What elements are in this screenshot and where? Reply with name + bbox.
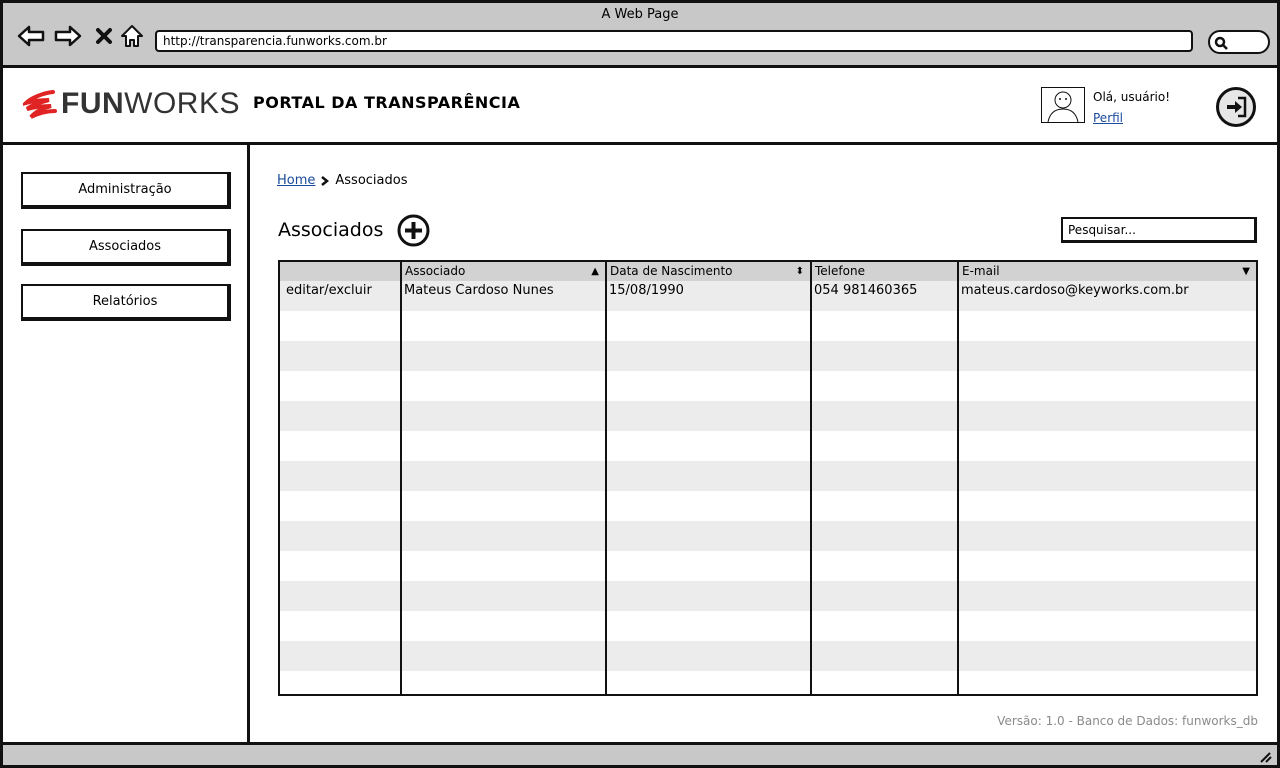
column-divider	[810, 262, 812, 694]
portal-title: PORTAL DA TRANSPARÊNCIA	[253, 93, 521, 112]
window-title: A Web Page	[601, 7, 679, 22]
sort-asc-icon[interactable]: ▲	[591, 262, 599, 281]
column-header-associado[interactable]: Associado ▲	[402, 262, 605, 281]
breadcrumb-home-link[interactable]: Home	[277, 173, 315, 188]
cell-telefone: 054 981460365	[814, 283, 918, 298]
table-row	[280, 431, 1256, 461]
close-x-icon[interactable]	[89, 21, 119, 51]
cell-email: mateus.cardoso@keyworks.com.br	[961, 283, 1189, 298]
funworks-logo[interactable]: FUNWORKS	[23, 86, 240, 122]
column-header-email[interactable]: E-mail ▼	[959, 262, 1256, 281]
table-row	[280, 521, 1256, 551]
logo-text-fun: FUN	[61, 87, 125, 120]
logo-mark-icon	[23, 90, 57, 119]
sign-out-icon	[1227, 96, 1247, 118]
cell-data-nascimento: 15/08/1990	[609, 283, 684, 298]
chevron-right-icon	[321, 175, 330, 186]
app-header: FUNWORKS PORTAL DA TRANSPARÊNCIA Olá, us…	[3, 68, 1277, 145]
table-row	[280, 311, 1256, 341]
browser-search-field[interactable]	[1208, 30, 1270, 54]
table-row	[280, 671, 1256, 694]
breadcrumb: Home Associados	[277, 173, 408, 188]
add-associado-button[interactable]	[397, 214, 430, 247]
logo-text-works: WORKS	[124, 87, 240, 120]
sidebar-item-administracao[interactable]: Administração	[21, 172, 231, 209]
home-icon[interactable]	[117, 21, 147, 51]
search-input[interactable]	[1061, 217, 1257, 243]
page-title: Associados	[278, 219, 384, 241]
sidebar: Administração Associados Relatórios	[3, 145, 250, 742]
associados-table: Associado ▲ Data de Nascimento ⬍ Telefon…	[278, 260, 1258, 696]
table-row	[280, 401, 1256, 431]
column-header-data-nascimento[interactable]: Data de Nascimento ⬍	[607, 262, 810, 281]
greeting-text: Olá, usuário!	[1093, 90, 1170, 104]
browser-window: A Web Page http://transparencia.funworks…	[0, 0, 1280, 768]
table-row	[280, 491, 1256, 521]
column-header-telefone[interactable]: Telefone	[812, 262, 957, 281]
sidebar-item-associados[interactable]: Associados	[21, 229, 231, 266]
sidebar-item-label: Administração	[78, 182, 172, 197]
edit-delete-link[interactable]: editar/excluir	[280, 283, 372, 298]
back-arrow-icon[interactable]	[16, 21, 46, 51]
resize-grip-icon[interactable]	[1257, 749, 1273, 763]
version-footer: Versão: 1.0 - Banco de Dados: funworks_d…	[997, 714, 1258, 728]
sidebar-item-label: Relatórios	[92, 294, 158, 309]
sidebar-item-label: Associados	[88, 239, 162, 254]
cell-associado: Mateus Cardoso Nunes	[404, 283, 554, 298]
column-divider	[957, 262, 959, 694]
table-row	[280, 461, 1256, 491]
logout-button[interactable]	[1216, 87, 1256, 127]
breadcrumb-current: Associados	[335, 173, 408, 188]
table-row	[280, 641, 1256, 671]
column-divider	[400, 262, 402, 694]
search-icon	[1214, 36, 1228, 50]
table-header: Associado ▲ Data de Nascimento ⬍ Telefon…	[280, 262, 1256, 281]
profile-link[interactable]: Perfil	[1093, 111, 1123, 125]
sidebar-item-relatorios[interactable]: Relatórios	[21, 284, 231, 321]
column-divider	[605, 262, 607, 694]
table-row	[280, 341, 1256, 371]
url-bar[interactable]: http://transparencia.funworks.com.br	[155, 30, 1193, 52]
table-row	[280, 551, 1256, 581]
status-bar	[3, 742, 1277, 765]
avatar[interactable]	[1041, 87, 1085, 123]
table-row	[280, 371, 1256, 401]
table-row	[280, 581, 1256, 611]
user-avatar-icon	[1047, 91, 1079, 123]
sort-desc-icon[interactable]: ▼	[1242, 262, 1250, 281]
browser-chrome: A Web Page http://transparencia.funworks…	[3, 3, 1277, 68]
sort-both-icon[interactable]: ⬍	[796, 262, 804, 281]
plus-circle-icon	[397, 214, 430, 247]
forward-arrow-icon[interactable]	[53, 21, 83, 51]
column-header-actions	[280, 262, 400, 281]
table-row	[280, 611, 1256, 641]
